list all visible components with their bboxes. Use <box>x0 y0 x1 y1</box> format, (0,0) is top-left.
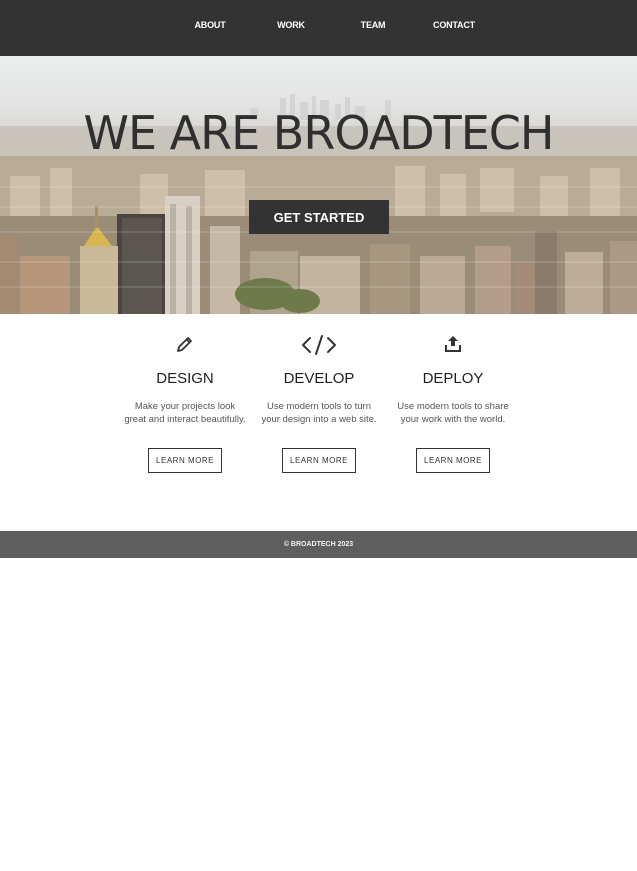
top-navbar: ABOUT WORK TEAM CONTACT <box>0 0 637 56</box>
feature-title: DEVELOP <box>283 370 355 387</box>
learn-more-button[interactable]: LEARN MORE <box>148 448 222 473</box>
code-icon <box>264 334 374 356</box>
feature-title: DEPLOY <box>422 370 484 387</box>
nav-about[interactable]: ABOUT <box>175 20 245 30</box>
hero-banner: WE ARE BROADTECH GET STARTED <box>0 56 637 314</box>
learn-more-button[interactable]: LEARN MORE <box>416 448 490 473</box>
upload-icon <box>398 334 508 356</box>
hero-title: WE ARE BROADTECH <box>83 106 555 160</box>
features-section: DESIGN Make your projects look great and… <box>0 314 637 531</box>
footer: © BROADTECH 2023 <box>0 531 637 558</box>
footer-copyright: © BROADTECH 2023 <box>283 541 354 548</box>
nav-team[interactable]: TEAM <box>338 20 408 30</box>
city-skyline-image <box>0 94 637 314</box>
feature-description: Use modern tools to share your work with… <box>397 401 509 425</box>
get-started-button[interactable]: GET STARTED <box>249 200 389 234</box>
nav-contact[interactable]: CONTACT <box>419 20 489 30</box>
pencil-icon <box>130 334 240 356</box>
feature-description: Use modern tools to turn your design int… <box>261 401 377 425</box>
learn-more-button[interactable]: LEARN MORE <box>282 448 356 473</box>
feature-description: Make your projects look great and intera… <box>124 401 246 425</box>
feature-title: DESIGN <box>156 370 214 387</box>
nav-work[interactable]: WORK <box>256 20 326 30</box>
